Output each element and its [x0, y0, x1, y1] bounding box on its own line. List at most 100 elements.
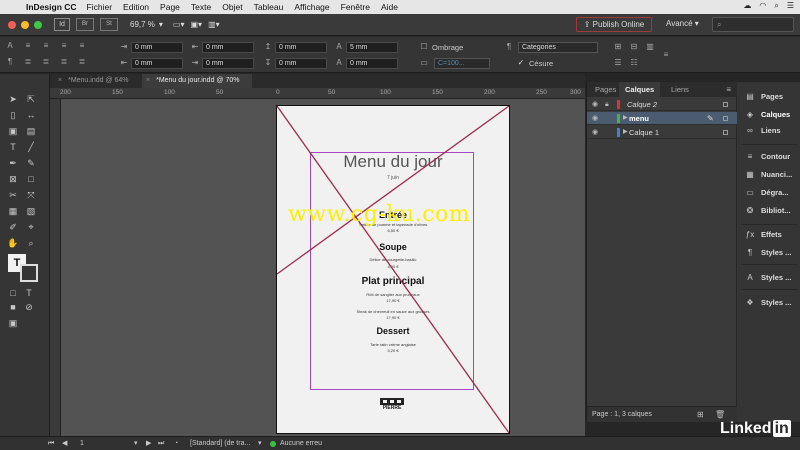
content-collector-icon[interactable]: ▣: [6, 124, 20, 138]
rectangle-tool-icon[interactable]: □: [24, 172, 38, 186]
zoom-level-dropdown[interactable]: 69,7 %: [130, 20, 155, 29]
expand-triangle-icon[interactable]: ▶: [623, 112, 628, 125]
paragraph-style-dropdown[interactable]: Categories: [518, 42, 598, 53]
dock-item-effets[interactable]: ƒx Effets: [737, 228, 800, 242]
selection-tool-icon[interactable]: ➤: [6, 92, 20, 106]
dock-item-character-styles[interactable]: A Styles ...: [737, 271, 800, 285]
layer-name[interactable]: Calque 2: [627, 98, 657, 111]
tab-menu-indd[interactable]: × *Menu.indd @ 64%: [54, 74, 140, 88]
gap-tool-icon[interactable]: ↔: [24, 108, 38, 122]
creative-cloud-icon[interactable]: ☁: [743, 1, 751, 11]
dock-item-pages[interactable]: ▤ Pages: [737, 90, 800, 104]
align-spine-icon[interactable]: ≣: [76, 57, 88, 67]
layer-row[interactable]: ◉ 🔒︎ Calque 2: [587, 98, 737, 111]
close-tab-icon[interactable]: ×: [146, 77, 150, 84]
apply-color-icon[interactable]: ■: [6, 300, 20, 314]
dock-item-object-styles[interactable]: ❖ Styles ...: [737, 296, 800, 310]
app-menu[interactable]: InDesign CC: [26, 2, 77, 12]
publish-online-button[interactable]: ⇪ Publish Online: [576, 17, 652, 32]
menu-tableau[interactable]: Tableau: [254, 2, 284, 12]
menu-edition[interactable]: Edition: [123, 2, 149, 12]
pen-tool-icon[interactable]: ✒: [6, 156, 20, 170]
visibility-eye-icon[interactable]: ◉: [592, 112, 598, 125]
horizontal-ruler[interactable]: 200 150 100 50 0 50 100 150 200 250 300: [50, 88, 585, 99]
search-icon[interactable]: ⌕: [774, 1, 778, 11]
layer-select-square[interactable]: [723, 102, 728, 107]
wifi-icon[interactable]: ◠: [759, 1, 766, 11]
space-after-field[interactable]: 0 mm: [275, 58, 327, 69]
prev-page-icon[interactable]: ◀: [62, 437, 67, 450]
menu-fichier[interactable]: Fichier: [87, 2, 113, 12]
eyedropper-tool-icon[interactable]: ⌖: [24, 220, 38, 234]
formatting-container-icon[interactable]: □: [6, 286, 20, 300]
justify-icon[interactable]: ≡: [76, 41, 88, 51]
zoom-window-button[interactable]: [34, 20, 42, 29]
type-character-icon[interactable]: A: [4, 41, 16, 51]
drop-cap-chars-field[interactable]: 0 mm: [346, 58, 398, 69]
shading-swatch-icon[interactable]: ▭: [418, 58, 430, 68]
visibility-eye-icon[interactable]: ◉: [592, 98, 598, 111]
justify-center-icon[interactable]: ≣: [40, 57, 52, 67]
dock-item-nuancier[interactable]: ▦ Nuanci...: [737, 168, 800, 182]
bullets-icon[interactable]: ☰: [612, 58, 624, 68]
adobe-stock-search-input[interactable]: ⌕: [712, 17, 794, 32]
paragraph-mode-icon[interactable]: ¶: [4, 57, 16, 67]
view-options-icon[interactable]: ▭▾: [173, 20, 185, 29]
layer-row[interactable]: ◉ ▶ Calque 1: [587, 126, 737, 139]
open-page-icon[interactable]: ◔: [174, 437, 178, 450]
page-tool-icon[interactable]: ▯: [6, 108, 20, 122]
align-center-icon[interactable]: ≡: [40, 41, 52, 51]
panel-menu-icon[interactable]: ≡: [660, 50, 672, 60]
line-tool-icon[interactable]: ╱: [24, 140, 38, 154]
base-style-label[interactable]: [Standard] (de tra...: [190, 437, 250, 450]
gradient-feather-tool-icon[interactable]: ▧: [24, 204, 38, 218]
note-tool-icon[interactable]: ✐: [6, 220, 20, 234]
page-number-field[interactable]: 1: [80, 437, 84, 450]
preflight-status-text[interactable]: Aucune erreu: [280, 437, 322, 450]
drop-cap-lines-field[interactable]: 5 mm: [346, 42, 398, 53]
align-right-icon[interactable]: ≡: [58, 41, 70, 51]
new-layer-icon[interactable]: ⊞: [697, 407, 704, 423]
gradient-swatch-tool-icon[interactable]: ▦: [6, 204, 20, 218]
menu-texte[interactable]: Texte: [191, 2, 211, 12]
tab-menu-du-jour-indd[interactable]: × *Menu du jour.indd @ 70%: [142, 74, 252, 88]
tab-calques[interactable]: Calques: [619, 82, 661, 97]
dock-item-liens[interactable]: ∞ Liens: [737, 124, 800, 138]
menu-affichage[interactable]: Affichage: [294, 2, 329, 12]
rectangle-frame-tool-icon[interactable]: ⊠: [6, 172, 20, 186]
panel-menu-icon[interactable]: ≡: [726, 85, 731, 94]
document-page[interactable]: Menu du jour 7 juin Entrée Tartine de po…: [276, 105, 510, 434]
hand-tool-icon[interactable]: ✋: [6, 236, 20, 250]
layer-name[interactable]: Calque 1: [629, 126, 659, 139]
align-left-icon[interactable]: ≡: [22, 41, 34, 51]
free-transform-tool-icon[interactable]: ⤧: [24, 188, 38, 202]
workspace-switcher[interactable]: Avancé ▾: [666, 19, 699, 28]
right-indent-field[interactable]: 0 mm: [202, 42, 254, 53]
space-before-field[interactable]: 0 mm: [275, 42, 327, 53]
dock-item-calques[interactable]: ◈ Calques: [737, 108, 800, 122]
dock-item-bibliotheques[interactable]: ❂ Bibliot...: [737, 204, 800, 218]
first-page-icon[interactable]: ⏮: [48, 437, 54, 450]
visibility-eye-icon[interactable]: ◉: [592, 126, 598, 139]
shading-checkbox[interactable]: ☐: [418, 42, 430, 52]
layer-select-square[interactable]: [723, 116, 728, 121]
dock-item-contour[interactable]: ≡ Contour: [737, 150, 800, 164]
menu-page[interactable]: Page: [160, 2, 180, 12]
columns-icon[interactable]: ▥: [644, 42, 656, 52]
scissors-tool-icon[interactable]: ✂: [6, 188, 20, 202]
dock-item-paragraph-styles[interactable]: ¶ Styles ...: [737, 246, 800, 260]
minimize-window-button[interactable]: [21, 20, 29, 29]
expand-triangle-icon[interactable]: ▶: [623, 126, 628, 139]
screen-mode-icon[interactable]: ▣▾: [191, 20, 203, 29]
style-dropdown-icon[interactable]: ▾: [258, 437, 262, 450]
direct-selection-tool-icon[interactable]: ⇱: [24, 92, 38, 106]
tab-liens[interactable]: Liens: [665, 82, 695, 97]
page-dropdown-icon[interactable]: ▾: [134, 437, 138, 450]
lock-icon[interactable]: 🔒︎: [605, 98, 609, 111]
first-line-indent-field[interactable]: 0 mm: [131, 58, 183, 69]
last-line-indent-field[interactable]: 0 mm: [202, 58, 254, 69]
close-window-button[interactable]: [8, 20, 16, 29]
menu-fenetre[interactable]: Fenêtre: [341, 2, 370, 12]
zoom-chevron-down-icon[interactable]: ▾: [159, 20, 163, 29]
menu-objet[interactable]: Objet: [222, 2, 242, 12]
